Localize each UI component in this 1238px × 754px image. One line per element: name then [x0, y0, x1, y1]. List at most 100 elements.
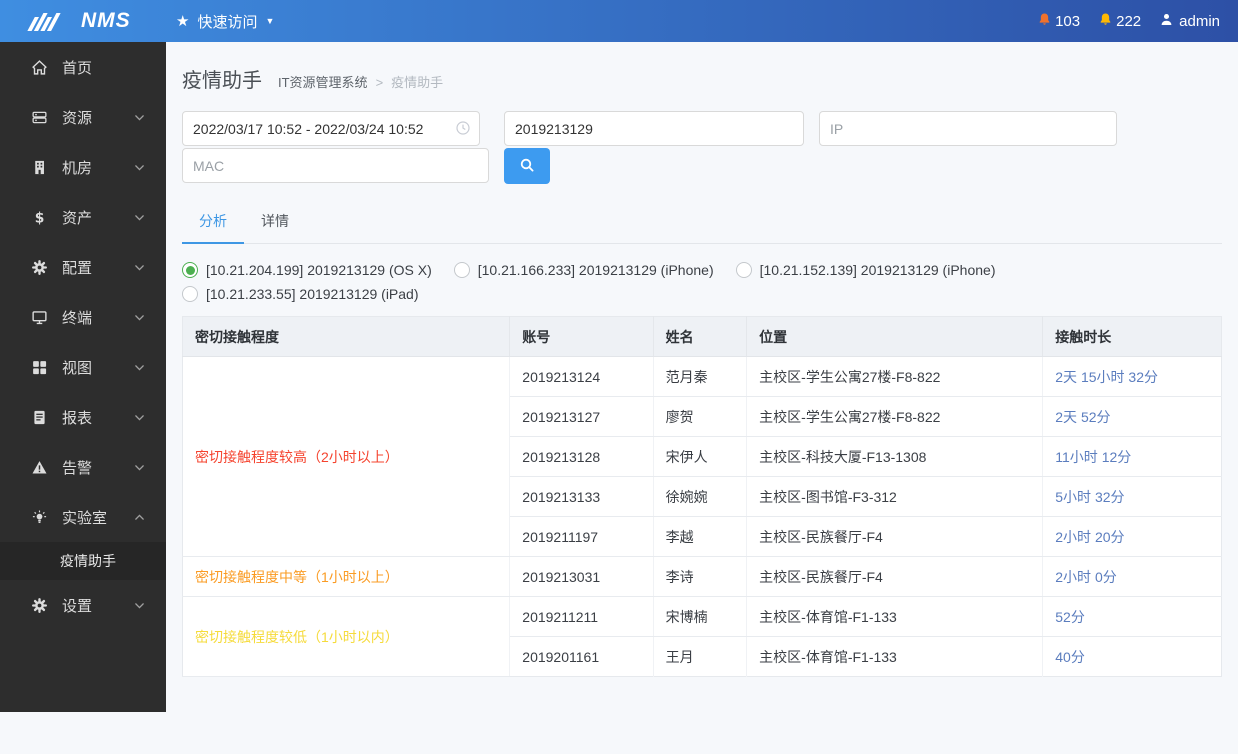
username: admin: [1179, 12, 1220, 30]
chevron-down-icon: ▼: [265, 15, 275, 26]
alert-badge-yellow[interactable]: 222: [1098, 12, 1141, 31]
name-cell: 宋博楠: [653, 596, 748, 637]
chevron-down-icon: [133, 311, 146, 324]
quick-access-label: 快速访问: [197, 13, 258, 31]
tab-analysis[interactable]: 分析: [182, 202, 244, 244]
account-cell: 2019213128: [509, 436, 654, 477]
bell-icon: [1098, 12, 1113, 31]
account-cell: 2019211197: [509, 516, 654, 557]
location-cell: 主校区-民族餐厅-F4: [746, 516, 1044, 557]
top-bar: NMS ★ 快速访问 ▼ 103 222 admin: [0, 0, 1238, 42]
grid-icon: [30, 359, 48, 376]
location-cell: 主校区-学生公寓27楼-F8-822: [746, 356, 1044, 397]
breadcrumb: IT资源管理系统 > 疫情助手: [278, 72, 443, 91]
sidebar-item-alerts[interactable]: 告警: [0, 442, 166, 492]
lab-bulb-icon: [30, 509, 48, 526]
building-icon: [30, 159, 48, 176]
column-header: 姓名: [653, 316, 748, 357]
device-radio-0[interactable]: [10.21.204.199] 2019213129 (OS X): [182, 262, 432, 278]
user-icon: [1159, 12, 1174, 31]
alert-triangle-icon: [30, 459, 48, 476]
name-cell: 范月秦: [653, 356, 748, 397]
name-cell: 廖贺: [653, 396, 748, 437]
radio-icon: [182, 286, 198, 302]
sidebar-item-server-room[interactable]: 机房: [0, 142, 166, 192]
chevron-down-icon: [133, 161, 146, 174]
sidebar-item-settings[interactable]: 设置: [0, 580, 166, 630]
account-input[interactable]: [504, 111, 804, 146]
chevron-down-icon: [133, 111, 146, 124]
table-row: 密切接触程度较低（1小时以内） 2019211211 宋博楠 主校区-体育馆-F1-1…: [182, 596, 1222, 677]
radio-icon: [735, 262, 752, 278]
logo-mark-icon: [26, 11, 72, 31]
chevron-down-icon: [133, 599, 146, 612]
device-radio-2[interactable]: [10.21.152.139] 2019213129 (iPhone): [735, 262, 996, 278]
duration-cell[interactable]: 5小时 32分: [1042, 476, 1222, 517]
duration-cell[interactable]: 40分: [1043, 637, 1222, 677]
table-header-row: 密切接触程度 账号 姓名 位置 接触时长: [182, 316, 1222, 357]
tab-bar: 分析 详情: [182, 202, 1222, 244]
date-range-input[interactable]: [182, 111, 480, 146]
duration-cell[interactable]: 52分: [1042, 596, 1222, 637]
breadcrumb-root[interactable]: IT资源管理系统: [278, 75, 368, 90]
account-cell: 2019211211: [509, 596, 654, 637]
sidebar-item-home[interactable]: 首页: [0, 42, 166, 92]
clock-icon[interactable]: [455, 120, 471, 136]
column-header: 账号: [509, 316, 654, 357]
contact-level-label: 密切接触程度中等（1小时以上）: [182, 556, 511, 597]
date-range-wrap: [182, 111, 480, 146]
svg-text:$: $: [34, 210, 44, 226]
sidebar-item-resources[interactable]: 资源: [0, 92, 166, 142]
duration-cell[interactable]: 2小时 20分: [1042, 516, 1222, 557]
name-cell: 李越: [653, 516, 748, 557]
radio-icon: [182, 262, 198, 278]
app-logo: NMS: [0, 9, 166, 33]
bell-icon: [1037, 12, 1052, 31]
ip-input[interactable]: [819, 111, 1117, 146]
name-cell: 徐婉婉: [653, 476, 748, 517]
search-icon: [519, 157, 535, 176]
radio-icon: [453, 262, 470, 278]
alert-count: 222: [1116, 12, 1142, 30]
location-cell: 主校区-学生公寓27楼-F8-822: [746, 396, 1044, 437]
sidebar-item-views[interactable]: 视图: [0, 342, 166, 392]
location-cell: 主校区-科技大厦-F13-1308: [746, 436, 1044, 477]
sidebar-subitem-epidemic-assistant[interactable]: 疫情助手: [0, 542, 166, 580]
search-button[interactable]: [504, 148, 550, 184]
column-header: 位置: [746, 316, 1044, 357]
location-cell: 主校区-体育馆-F1-133: [746, 596, 1044, 637]
account-cell: 2019213124: [509, 356, 654, 397]
duration-cell[interactable]: 11小时 12分: [1042, 436, 1222, 477]
sidebar-item-terminal[interactable]: 终端: [0, 292, 166, 342]
chevron-down-icon: [133, 361, 146, 374]
sidebar-item-reports[interactable]: 报表: [0, 392, 166, 442]
quick-access-menu[interactable]: ★ 快速访问 ▼: [176, 11, 274, 32]
device-radio-3[interactable]: [10.21.233.55] 2019213129 (iPad): [182, 286, 419, 302]
user-menu[interactable]: admin: [1159, 12, 1220, 31]
chevron-down-icon: [133, 411, 146, 424]
table-row: 密切接触程度中等（1小时以上） 2019213031 李诗 主校区-民族餐厅-F4 2小…: [182, 556, 1222, 597]
chevron-down-icon: [133, 261, 146, 274]
column-header: 密切接触程度: [182, 316, 511, 357]
device-label: [10.21.152.139] 2019213129 (iPhone): [759, 262, 996, 278]
account-cell: 2019213127: [509, 396, 654, 437]
sidebar-item-lab[interactable]: 实验室: [0, 492, 166, 542]
home-icon: [30, 59, 48, 76]
account-cell: 2019213133: [509, 476, 654, 517]
mac-input[interactable]: [182, 148, 489, 183]
alert-badge-orange[interactable]: 103: [1037, 12, 1080, 31]
alert-count: 103: [1055, 12, 1081, 30]
duration-cell[interactable]: 2小时 0分: [1042, 556, 1222, 597]
chevron-down-icon: [133, 461, 146, 474]
device-radio-1[interactable]: [10.21.166.233] 2019213129 (iPhone): [453, 262, 714, 278]
sidebar-item-config[interactable]: 配置: [0, 242, 166, 292]
sidebar-item-assets[interactable]: $ 资产: [0, 192, 166, 242]
location-cell: 主校区-图书馆-F3-312: [746, 476, 1044, 517]
duration-cell[interactable]: 2天 15小时 32分: [1042, 356, 1222, 397]
star-icon: ★: [176, 12, 190, 30]
logo-text: NMS: [81, 9, 131, 32]
account-cell: 2019213031: [509, 556, 654, 597]
tab-details[interactable]: 详情: [244, 202, 306, 243]
topbar-right: 103 222 admin: [1037, 12, 1238, 31]
duration-cell[interactable]: 2天 52分: [1042, 396, 1222, 437]
